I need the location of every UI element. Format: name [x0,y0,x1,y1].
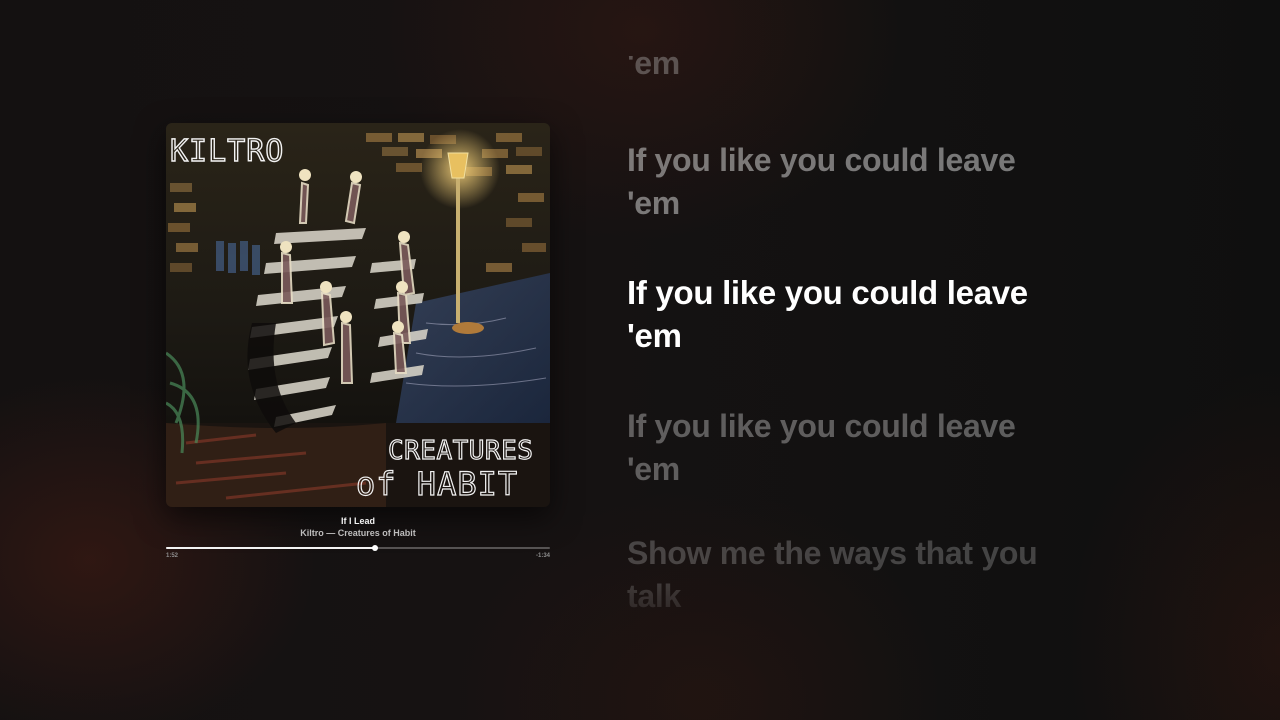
artwork-album-title-line1: CREATURES [388,436,533,466]
lyric-line-upcoming[interactable]: Show me the ways that you talk [627,532,1097,618]
lyric-text: 'em [627,56,680,81]
remaining-time: -1:34 [535,553,550,559]
lyric-text: If you like you could leave [627,274,1028,311]
album-cover-illustration: KILTRO CREATURES of HABIT [166,123,550,507]
lyric-text: Show me the ways that you [627,535,1038,571]
track-artist-album[interactable]: Kiltro — Creatures of Habit [166,528,550,538]
lyric-line-previous[interactable]: 'em [627,56,1097,96]
lyric-text: If you like you could leave [627,142,1016,178]
album-artwork[interactable]: KILTRO CREATURES of HABIT [166,123,550,507]
lyric-line-before-active[interactable]: If you like you could leave 'em [627,139,1097,225]
lyric-text: 'em [627,185,680,221]
now-playing-screen: KILTRO CREATURES of HABIT If I Lead Kilt… [0,0,1280,720]
lyric-text: talk [627,578,681,614]
lyric-line-next[interactable]: If you like you could leave 'em [627,405,1097,491]
track-title: If I Lead [340,516,375,526]
artwork-album-title-line2: of HABIT [356,465,518,503]
playback-progress-fill [166,547,375,549]
artwork-band-name: KILTRO [170,134,284,169]
lyric-text: If you like you could leave [627,408,1016,444]
playback-scrubber-handle[interactable] [371,545,378,551]
playback-progress-bar[interactable] [166,545,550,551]
elapsed-time: 1:52 [166,553,179,559]
lyric-text: 'em [627,451,680,487]
lyric-line-active[interactable]: If you like you could leave 'em [627,271,1097,357]
lyric-text: 'em [627,317,682,354]
